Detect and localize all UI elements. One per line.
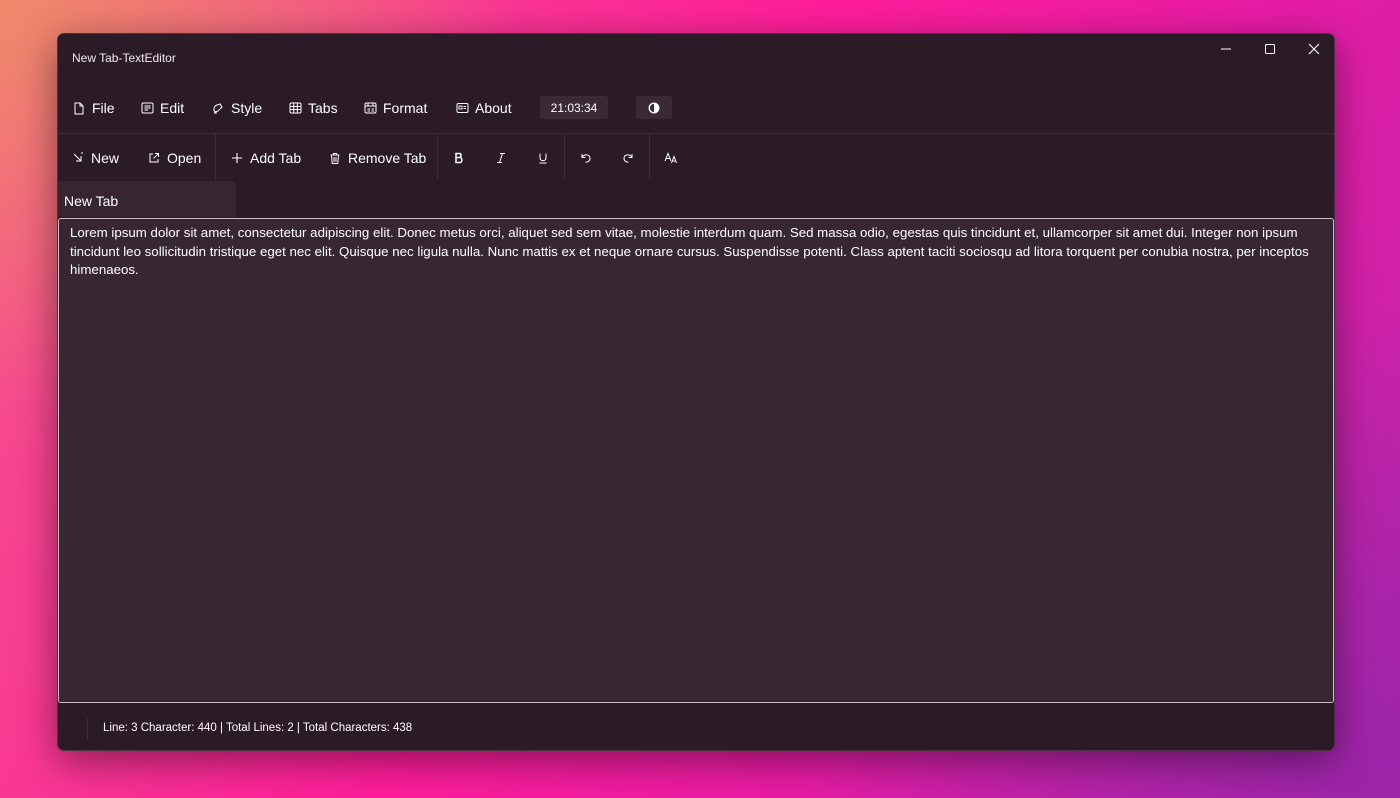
editor-content: Lorem ipsum dolor sit amet, consectetur … [70, 225, 1309, 277]
menu-format[interactable]: Format [363, 92, 427, 124]
undo-button[interactable] [571, 142, 601, 174]
bold-button[interactable] [444, 142, 474, 174]
menu-tabs-label: Tabs [308, 100, 338, 116]
toolbar-separator [649, 134, 650, 179]
menu-style-label: Style [231, 100, 263, 116]
redo-icon [623, 154, 633, 163]
italic-icon [497, 153, 505, 163]
toolbar-separator [215, 134, 216, 179]
open-icon [147, 151, 161, 165]
menu-format-label: Format [383, 100, 428, 116]
about-icon [455, 101, 469, 115]
remove-tab-button[interactable]: Remove Tab [328, 142, 426, 174]
tab-label: New Tab [64, 193, 119, 209]
bold-icon [455, 152, 463, 164]
window-title: New Tab-TextEditor [72, 51, 176, 65]
menu-toolbar-divider [58, 133, 1334, 134]
toolbar-separator [564, 134, 565, 179]
menu-style[interactable]: Style [211, 92, 262, 124]
toolbar-separator [437, 134, 438, 179]
status-text: Line: 3 Character: 440 | Total Lines: 2 … [103, 722, 413, 734]
menu-bar: File Edit Style Tabs Format About [58, 92, 1334, 124]
new-button-label: New [91, 150, 120, 166]
open-button-label: Open [167, 150, 202, 166]
trash-icon [328, 151, 342, 165]
minimize-button[interactable] [1204, 34, 1248, 64]
menu-edit-label: Edit [160, 100, 185, 116]
redo-button[interactable] [613, 142, 643, 174]
close-icon [1308, 43, 1320, 55]
italic-button[interactable] [486, 142, 516, 174]
font-size-icon [664, 152, 677, 164]
new-icon [71, 151, 85, 165]
underline-button[interactable] [528, 142, 558, 174]
menu-file[interactable]: File [72, 92, 115, 124]
clock-display: 21:03:34 [540, 96, 608, 119]
font-size-button[interactable] [656, 142, 686, 174]
menu-about[interactable]: About [455, 92, 512, 124]
undo-icon [581, 154, 591, 163]
close-button[interactable] [1292, 34, 1334, 64]
tabs-icon [288, 101, 302, 115]
add-tab-button[interactable]: Add Tab [230, 142, 301, 174]
status-separator [87, 718, 88, 740]
style-icon [211, 101, 225, 115]
menu-tabs[interactable]: Tabs [288, 92, 338, 124]
menu-about-label: About [475, 100, 512, 116]
format-icon [363, 101, 377, 115]
edit-icon [140, 101, 154, 115]
file-icon [72, 101, 86, 115]
menu-file-label: File [92, 100, 115, 116]
underline-icon [539, 153, 547, 164]
toolbar: New Open Add Tab Remove Tab [58, 142, 1334, 174]
minimize-icon [1221, 48, 1231, 50]
add-tab-label: Add Tab [250, 150, 302, 166]
theme-toggle-button[interactable] [636, 96, 672, 119]
tab-new-tab[interactable]: New Tab [58, 181, 236, 217]
remove-tab-label: Remove Tab [348, 150, 427, 166]
open-button[interactable]: Open [147, 142, 201, 174]
new-button[interactable]: New [71, 142, 119, 174]
status-bar: Line: 3 Character: 440 | Total Lines: 2 … [58, 706, 1334, 750]
menu-edit[interactable]: Edit [140, 92, 184, 124]
text-editor[interactable]: Lorem ipsum dolor sit amet, consectetur … [58, 218, 1334, 703]
app-window: New Tab-TextEditor File Edit Style Tabs … [57, 33, 1335, 751]
contrast-icon [648, 102, 660, 113]
maximize-icon [1265, 44, 1275, 54]
add-icon [230, 151, 244, 165]
title-bar[interactable]: New Tab-TextEditor [58, 34, 1334, 82]
maximize-button[interactable] [1248, 34, 1292, 64]
